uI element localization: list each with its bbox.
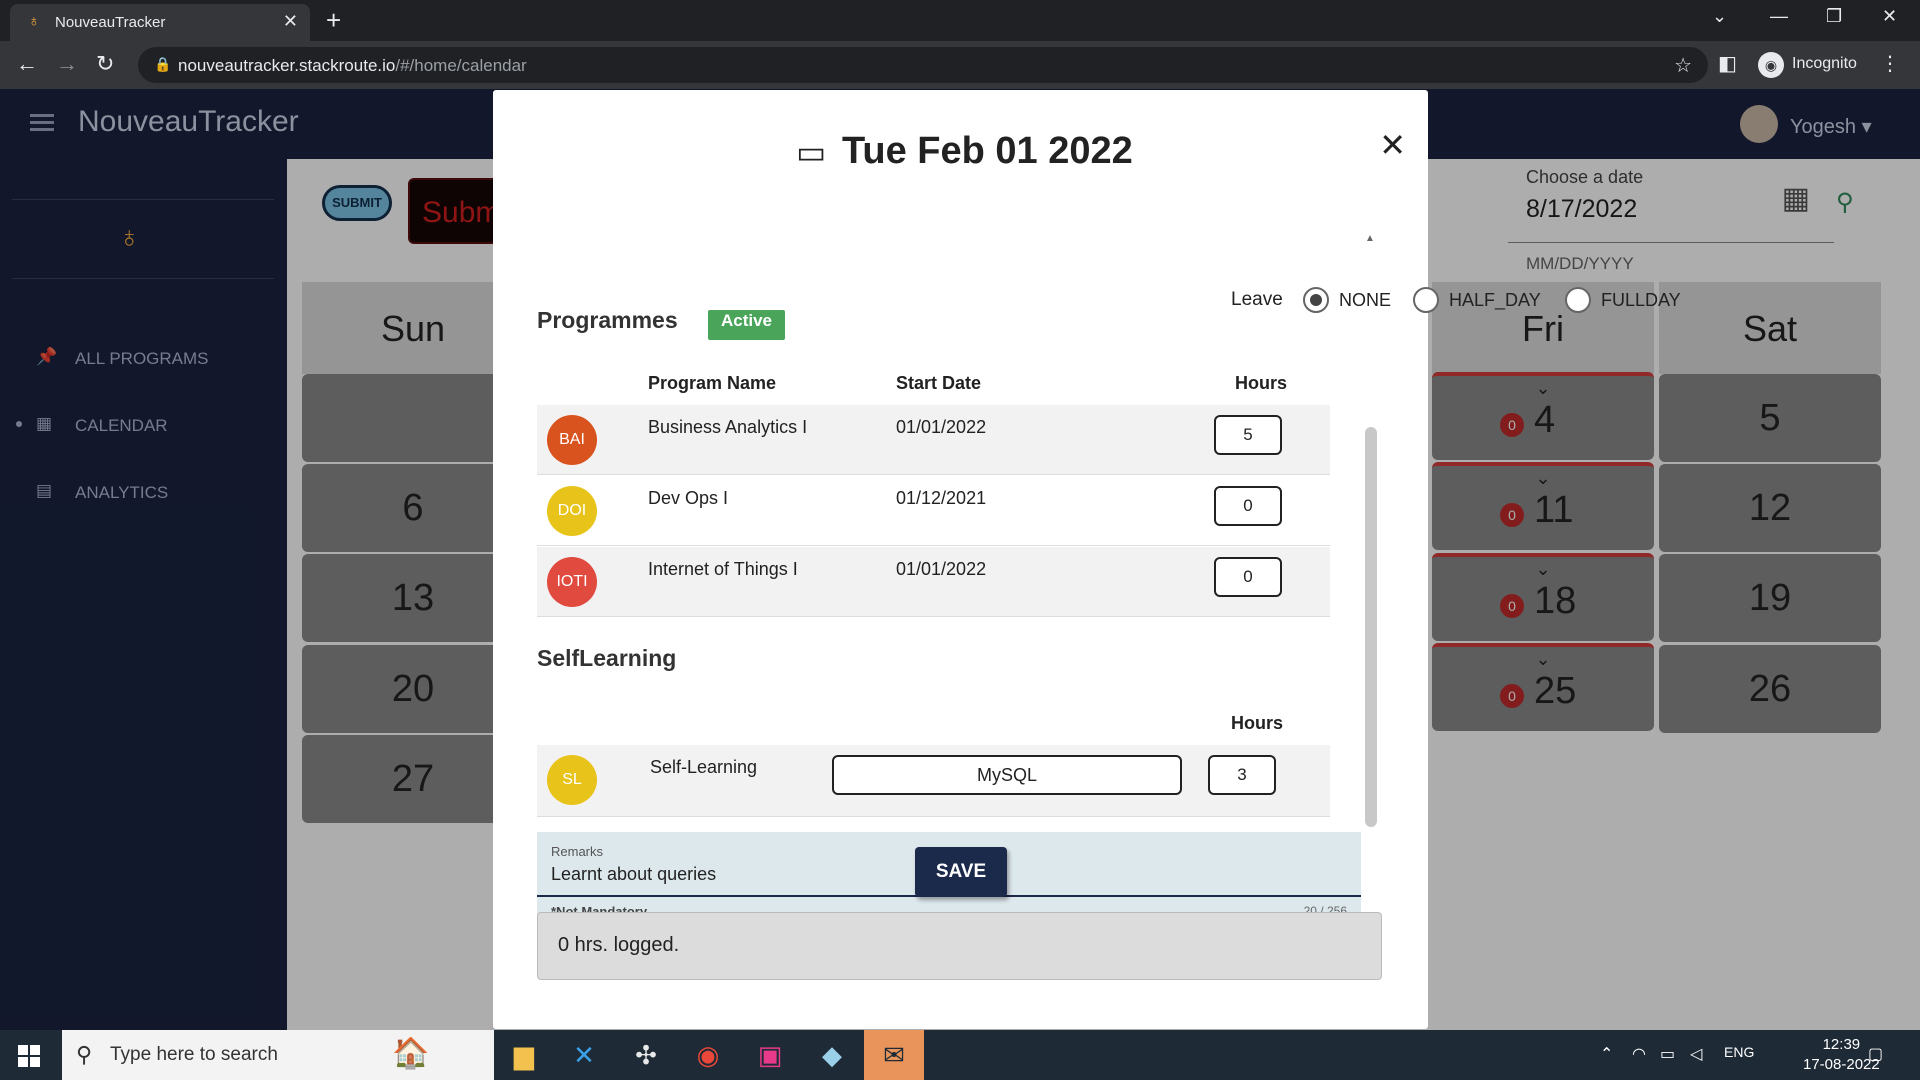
new-tab-icon[interactable]: +	[326, 5, 341, 36]
language-indicator[interactable]: ENG	[1724, 1044, 1754, 1060]
program-avatar: IOTI	[547, 557, 597, 607]
chrome-icon[interactable]: ◉	[678, 1030, 738, 1080]
program-name: Self-Learning	[650, 757, 758, 777]
column-header-hours: Hours	[1231, 713, 1284, 733]
windows-taskbar: ⚲ Type here to search 🏠 ▆ ✕ ✣ ◉ ▣ ◆ ✉ ⌃ …	[0, 1030, 1920, 1080]
search-icon: ⚲	[76, 1042, 93, 1067]
column-header-program-name: Program Name	[648, 373, 777, 393]
day-entry-dialog: ▭ Tue Feb 01 2022 ✕ Leave NONE HALF_DAY F…	[493, 90, 1681, 1029]
file-explorer-icon[interactable]: ▆	[494, 1030, 554, 1080]
status-badge: Active	[708, 310, 785, 340]
hours-input[interactable]: 5	[1214, 415, 1282, 455]
close-icon[interactable]: ✕	[1379, 126, 1406, 164]
table-row: DOI Dev Ops I 01/12/2021 0	[537, 476, 1330, 546]
minimize-icon[interactable]: —	[1770, 6, 1788, 27]
browser-tab[interactable]: ♁ NouveauTracker ✕	[10, 4, 310, 41]
program-avatar: SL	[547, 755, 597, 805]
restore-icon[interactable]: ❐	[1826, 6, 1842, 27]
close-window-icon[interactable]: ✕	[1882, 6, 1897, 27]
scrollbar[interactable]: ▲ ▼	[1363, 233, 1379, 928]
program-name: Dev Ops I	[648, 488, 729, 508]
bookmark-star-icon[interactable]: ☆	[1674, 53, 1692, 78]
back-icon[interactable]: ←	[16, 51, 38, 77]
hours-input[interactable]: 0	[1214, 557, 1282, 597]
column-header-hours: Hours	[1235, 373, 1288, 393]
table-row: IOTI Internet of Things I 01/01/2022 0	[537, 547, 1330, 617]
taskbar-search[interactable]: ⚲ Type here to search 🏠	[62, 1030, 494, 1080]
self-learning-heading: SelfLearning	[537, 645, 677, 671]
hours-input[interactable]: 0	[1214, 486, 1282, 526]
program-start-date: 01/01/2022	[896, 417, 987, 437]
tab-title: NouveauTracker	[55, 14, 166, 31]
radio-circle[interactable]	[1565, 287, 1591, 313]
dialog-title: ▭ Tue Feb 01 2022	[796, 130, 1133, 172]
volume-icon[interactable]: ◁	[1690, 1044, 1702, 1064]
search-highlight-icon: 🏠	[392, 1037, 430, 1070]
vscode-icon[interactable]: ✕	[554, 1030, 614, 1080]
program-name: Internet of Things I	[648, 559, 798, 579]
browser-tabstrip: ♁ NouveauTracker ✕ + ⌄ — ❐ ✕	[0, 0, 1920, 41]
save-button[interactable]: SAVE	[915, 847, 1007, 897]
notifications-icon[interactable]: ▢	[1868, 1044, 1883, 1064]
program-avatar: BAI	[547, 415, 597, 465]
incognito-icon: ◉	[1758, 52, 1784, 78]
table-row: BAI Business Analytics I 01/01/2022 5	[537, 405, 1330, 475]
app-icon[interactable]: ◆	[802, 1030, 862, 1080]
app-logo-icon: ♁	[28, 13, 40, 30]
browser-toolbar: ← → ↻ 🔒 nouveautracker.stackroute.io/#/h…	[0, 41, 1920, 89]
slack-icon[interactable]: ✣	[616, 1030, 676, 1080]
intellij-icon[interactable]: ▣	[740, 1030, 800, 1080]
skill-input[interactable]: MySQL	[832, 755, 1182, 795]
address-bar[interactable]: 🔒 nouveautracker.stackroute.io/#/home/ca…	[138, 47, 1708, 83]
radio-circle[interactable]	[1413, 287, 1439, 313]
tab-close-icon[interactable]: ✕	[283, 11, 298, 32]
program-name: Business Analytics I	[648, 417, 808, 437]
hours-logged-summary: 0 hrs. logged.	[537, 912, 1382, 980]
lock-icon: 🔒	[154, 56, 172, 72]
scroll-up-icon[interactable]: ▲	[1365, 233, 1375, 244]
battery-icon[interactable]: ▭	[1660, 1044, 1675, 1064]
dialog-scroll-area[interactable]: Programmes Active Program Name Start Dat…	[537, 233, 1381, 928]
program-start-date: 01/12/2021	[896, 488, 987, 508]
side-panel-icon[interactable]: ◧	[1718, 51, 1737, 76]
network-icon[interactable]: ◠	[1632, 1044, 1646, 1064]
program-start-date: 01/01/2022	[896, 559, 987, 579]
column-header-start-date: Start Date	[896, 373, 982, 393]
scrollbar-thumb[interactable]	[1365, 427, 1377, 827]
reload-icon[interactable]: ↻	[96, 51, 114, 77]
calendar-icon: ▭	[796, 134, 827, 170]
table-row: SL Self-Learning MySQL 3	[537, 745, 1330, 817]
incognito-indicator[interactable]: ◉ Incognito	[1758, 50, 1870, 80]
tab-search-icon[interactable]: ⌄	[1712, 6, 1727, 27]
chevron-up-icon[interactable]: ⌃	[1600, 1044, 1613, 1064]
url-text: nouveautracker.stackroute.io/#/home/cale…	[178, 56, 527, 75]
windows-start-icon[interactable]	[18, 1045, 40, 1067]
programmes-heading: Programmes	[537, 307, 678, 333]
mail-icon[interactable]: ✉	[864, 1030, 924, 1080]
remarks-input[interactable]: Learnt about queries	[551, 864, 716, 885]
hours-input[interactable]: 3	[1208, 755, 1276, 795]
forward-icon[interactable]: →	[56, 51, 78, 77]
menu-kebab-icon[interactable]: ⋮	[1880, 51, 1900, 76]
program-avatar: DOI	[547, 486, 597, 536]
